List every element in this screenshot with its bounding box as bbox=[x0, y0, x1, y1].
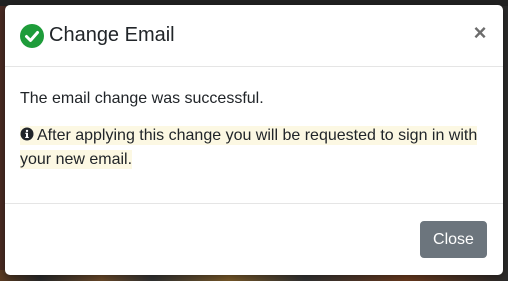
modal-title: Change Email bbox=[49, 24, 175, 46]
sign-in-notice: After applying this change you will be r… bbox=[20, 124, 490, 172]
change-email-modal: Change Email × The email change was succ… bbox=[5, 5, 503, 275]
success-message: The email change was successful. bbox=[20, 90, 264, 107]
modal-body: The email change was successful. After a… bbox=[5, 67, 503, 204]
modal-footer: Close bbox=[5, 204, 503, 275]
info-circle-icon bbox=[20, 127, 34, 141]
notice-highlight: After applying this change you will be r… bbox=[20, 126, 478, 169]
notice-text: After applying this change you will be r… bbox=[20, 127, 478, 168]
check-circle-icon bbox=[20, 24, 44, 48]
modal-header: Change Email × bbox=[5, 5, 503, 67]
close-icon[interactable]: × bbox=[470, 21, 490, 45]
close-button[interactable]: Close bbox=[420, 221, 487, 258]
